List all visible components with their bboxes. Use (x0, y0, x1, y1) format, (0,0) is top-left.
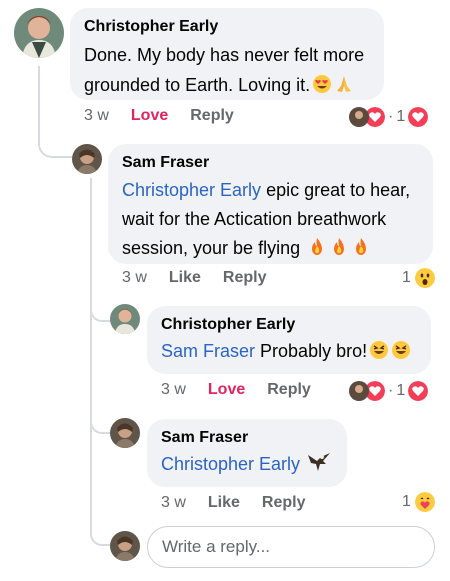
reply-button[interactable]: Reply (190, 107, 234, 125)
reaction-summary[interactable]: · 1 (349, 381, 429, 401)
comment-actions: 3 w Like Reply (161, 494, 328, 512)
fire-emoji (312, 238, 323, 255)
comment-bubble: Sam Fraser Christopher Early (147, 419, 347, 487)
fire-emoji (356, 238, 367, 255)
thread-connector (90, 300, 112, 322)
fire-emoji (334, 238, 345, 255)
comment-time: 3 w (161, 381, 186, 398)
reactor-avatar (349, 107, 369, 127)
comment-text: Sam Fraser Probably bro! (161, 338, 417, 364)
love-button[interactable]: Love (131, 107, 168, 125)
comment-time: 3 w (161, 494, 186, 511)
comment-text: Done. My body has never felt more ground… (84, 45, 365, 95)
thread-connector (90, 412, 112, 434)
comment-bubble: Sam Fraser Christopher Early epic great … (108, 144, 433, 264)
avatar-sam (110, 531, 140, 561)
like-button[interactable]: Like (208, 494, 240, 512)
reactor-avatar (349, 381, 369, 401)
thread-connector (90, 524, 112, 546)
comment-actions: 3 w Love Reply (161, 381, 333, 399)
separator-dot: · (388, 382, 394, 399)
comment-actions: 3 w Like Reply (122, 269, 289, 287)
avatar-sam[interactable] (110, 418, 140, 448)
comment-time: 3 w (84, 107, 109, 124)
reply-button[interactable]: Reply (267, 381, 311, 399)
comment-time: 3 w (122, 269, 147, 286)
thread-connector (38, 130, 72, 158)
heart-reaction-icon (408, 381, 429, 401)
praying-hands-emoji (337, 76, 352, 92)
eagle-emoji (308, 453, 331, 471)
avatar-christopher[interactable] (14, 8, 64, 58)
avatar-christopher[interactable] (110, 304, 140, 334)
reaction-summary[interactable]: · 1 (349, 107, 429, 127)
avatar-sam[interactable] (72, 144, 102, 174)
reaction-summary[interactable]: 1 (402, 268, 435, 288)
laughing-emoji (392, 341, 411, 359)
separator-dot: · (388, 108, 394, 125)
reaction-count: 1 (402, 269, 411, 286)
reaction-count: 1 (396, 382, 406, 399)
wow-reaction-icon (414, 268, 435, 288)
reply-button[interactable]: Reply (223, 269, 267, 287)
comment-author[interactable]: Sam Fraser (122, 154, 419, 172)
heart-eyes-emoji (313, 75, 332, 93)
mention-link[interactable]: Christopher Early (161, 454, 300, 474)
thread-line (90, 178, 92, 530)
reply-input[interactable]: Write a reply... (147, 526, 435, 568)
reply-button[interactable]: Reply (262, 494, 306, 512)
comment-text: Christopher Early epic great to hear, wa… (122, 180, 411, 258)
comment-author[interactable]: Christopher Early (161, 316, 417, 334)
mention-link[interactable]: Christopher Early (122, 180, 261, 200)
reply-placeholder: Write a reply... (162, 537, 271, 556)
comment-bubble: Christopher Early Done. My body has neve… (70, 8, 384, 100)
comment-text: Christopher Early (161, 451, 333, 477)
comment-bubble: Christopher Early Sam Fraser Probably br… (147, 306, 431, 374)
love-button[interactable]: Love (208, 381, 245, 399)
care-reaction-icon (414, 492, 435, 512)
reaction-summary[interactable]: 1 (402, 492, 435, 512)
reaction-count: 1 (402, 493, 411, 510)
comment-actions: 3 w Love Reply (84, 107, 256, 125)
reaction-count: 1 (396, 108, 406, 125)
heart-reaction-icon (408, 107, 429, 127)
laughing-emoji (370, 341, 389, 359)
comment-author[interactable]: Sam Fraser (161, 429, 333, 447)
mention-link[interactable]: Sam Fraser (161, 341, 255, 361)
comment-author[interactable]: Christopher Early (84, 18, 370, 36)
like-button[interactable]: Like (169, 269, 201, 287)
